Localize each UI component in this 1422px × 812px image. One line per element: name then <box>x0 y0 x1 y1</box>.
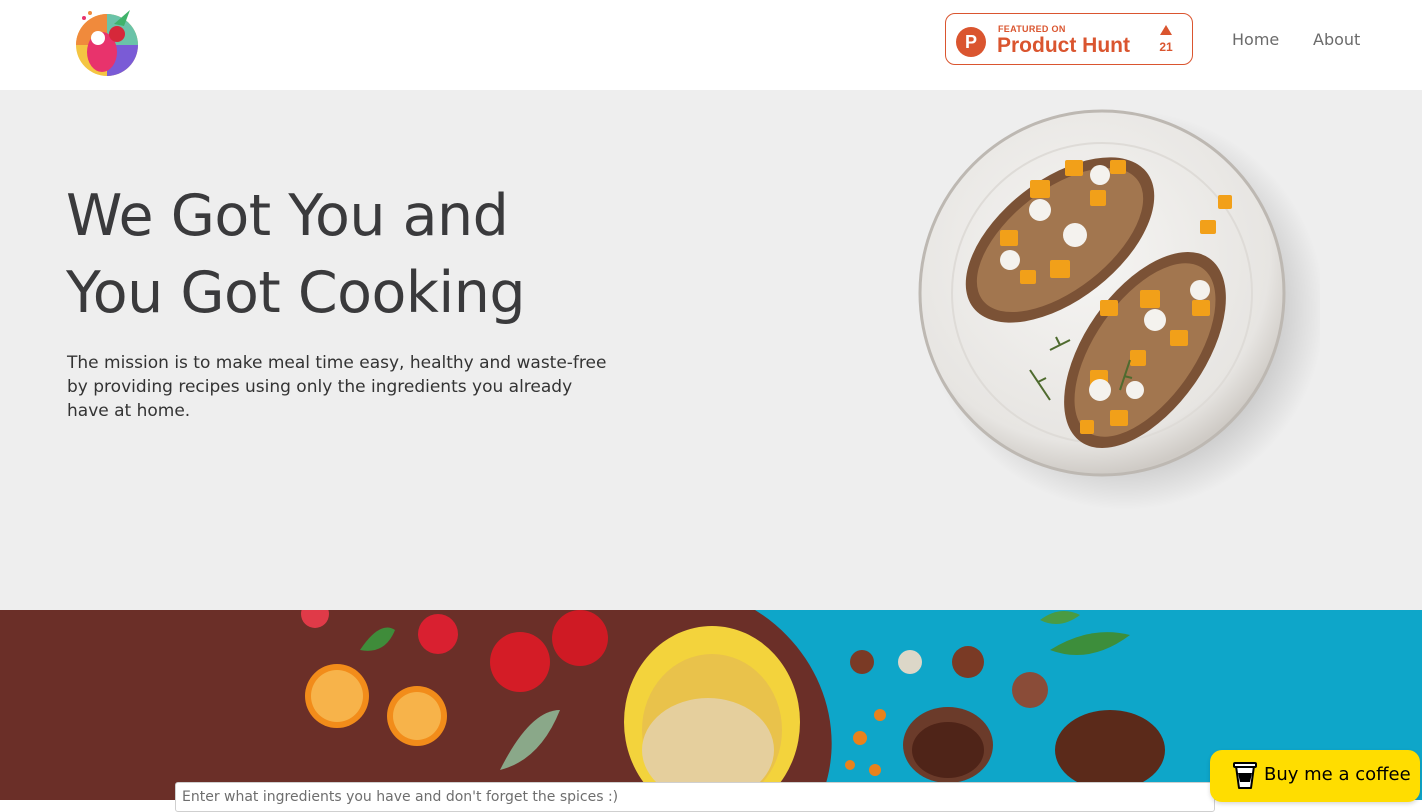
coffee-cup-icon <box>1233 762 1257 789</box>
nav-about-link[interactable]: About <box>1313 30 1360 49</box>
hero-title-line2: You Got Cooking <box>66 260 526 326</box>
hero-section: We Got You and You Got Cooking The missi… <box>0 90 1422 610</box>
product-hunt-featured-label: FEATURED ON <box>998 24 1066 34</box>
nav-home-link[interactable]: Home <box>1232 30 1279 49</box>
buy-me-a-coffee-label: Buy me a coffee <box>1264 764 1411 785</box>
upvote-count: 21 <box>1159 40 1173 54</box>
site-header: P FEATURED ON Product Hunt 21 Home About <box>0 0 1422 90</box>
ingredient-search-input[interactable] <box>175 782 1215 812</box>
upvote-arrow-icon <box>1160 25 1172 35</box>
ingredients-banner-image <box>0 610 1422 800</box>
product-hunt-badge[interactable]: P FEATURED ON Product Hunt 21 <box>945 13 1193 65</box>
product-hunt-icon: P <box>956 27 986 57</box>
product-hunt-name: Product Hunt <box>997 34 1130 57</box>
hero-title-line1: We Got You and <box>66 183 509 249</box>
logo-icon[interactable] <box>70 4 148 78</box>
buy-me-a-coffee-button[interactable]: Buy me a coffee <box>1210 750 1420 802</box>
hero-description: The mission is to make meal time easy, h… <box>67 353 607 421</box>
hero-title: We Got You and You Got Cooking <box>66 178 686 332</box>
toast-plate-image <box>900 100 1325 520</box>
